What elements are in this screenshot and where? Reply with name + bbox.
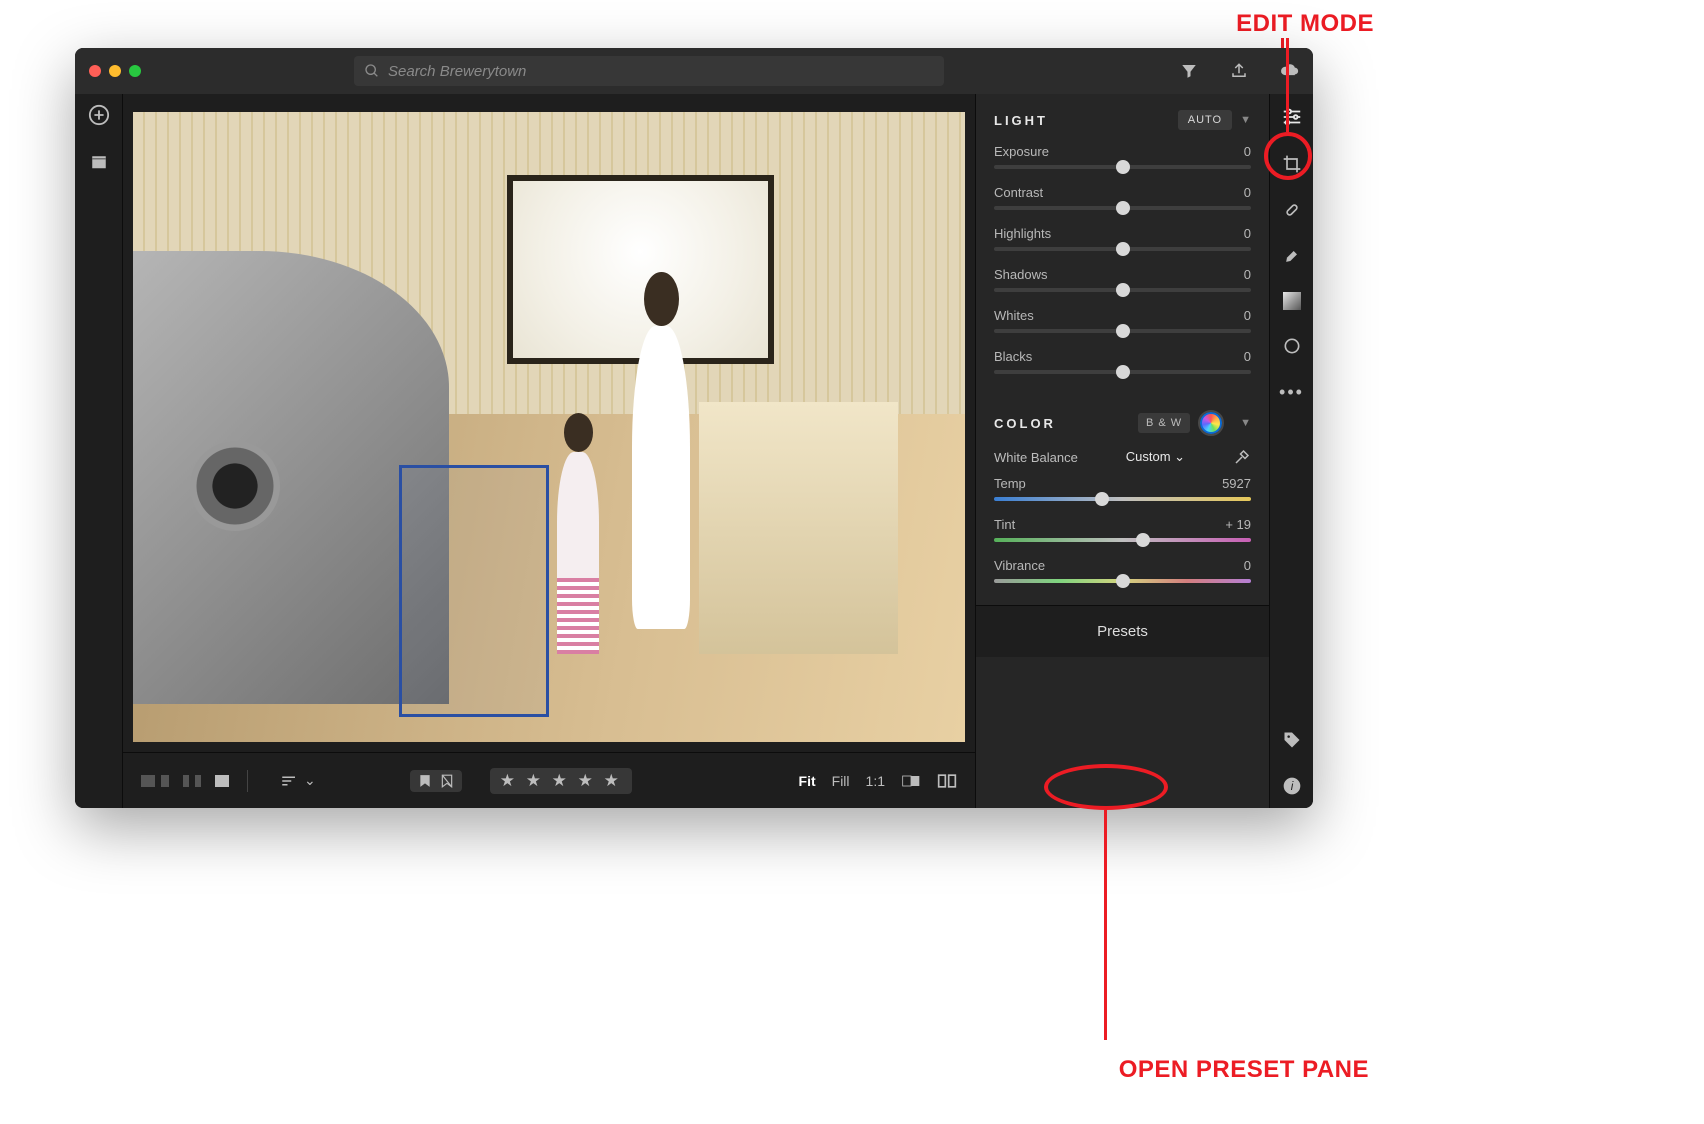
zoom-1to1-button[interactable]: 1:1 — [866, 773, 885, 789]
flag-pick-icon — [418, 774, 432, 788]
edit-sliders-icon[interactable] — [1281, 106, 1303, 128]
light-section: LIGHT AUTO ▼ Exposure0 Contrast0 Highlig… — [976, 94, 1269, 396]
tool-rail: ••• i — [1269, 94, 1313, 808]
app-window: Search Brewerytown — [75, 48, 1313, 808]
chevron-down-icon: ⌄ — [304, 772, 316, 789]
add-photos-button[interactable] — [88, 104, 110, 126]
sort-menu[interactable]: ⌄ — [280, 772, 316, 789]
white-balance-select[interactable]: Custom ⌄ — [1126, 449, 1185, 465]
svg-text:i: i — [1290, 780, 1293, 793]
whites-slider[interactable]: Whites0 — [994, 308, 1251, 333]
search-placeholder: Search Brewerytown — [388, 63, 526, 80]
auto-button[interactable]: AUTO — [1178, 110, 1232, 130]
color-mixer-icon[interactable] — [1200, 412, 1222, 434]
annotation-circle-edit — [1264, 132, 1312, 180]
contrast-slider[interactable]: Contrast0 — [994, 185, 1251, 210]
color-title: COLOR — [994, 416, 1056, 431]
show-original-icon[interactable] — [901, 774, 921, 788]
eyedropper-icon[interactable] — [1233, 448, 1251, 466]
edited-photo — [133, 112, 965, 742]
search-input[interactable]: Search Brewerytown — [354, 56, 944, 86]
window-minimize-button[interactable] — [109, 65, 121, 77]
compare-icon[interactable] — [937, 773, 957, 789]
zoom-fill-button[interactable]: Fill — [832, 773, 850, 789]
temp-slider[interactable]: Temp5927 — [994, 476, 1251, 501]
presets-button[interactable]: Presets — [976, 605, 1269, 657]
titlebar: Search Brewerytown — [75, 48, 1313, 94]
tint-slider[interactable]: Tint+ 19 — [994, 517, 1251, 542]
info-icon[interactable]: i — [1282, 776, 1302, 796]
shadows-slider[interactable]: Shadows0 — [994, 267, 1251, 292]
main-area: ⌄ ★ ★ ★ ★ ★ Fit Fill 1:1 — [123, 94, 975, 808]
color-section: COLOR B & W ▼ White Balance Custom ⌄ Tem — [976, 396, 1269, 605]
color-disclosure-icon[interactable]: ▼ — [1240, 417, 1251, 429]
image-viewport[interactable] — [133, 112, 965, 742]
grid-view-button[interactable] — [141, 775, 169, 787]
flag-reject-icon — [440, 774, 454, 788]
rating-stars[interactable]: ★ ★ ★ ★ ★ — [490, 768, 632, 794]
white-balance-label: White Balance — [994, 450, 1078, 465]
light-title: LIGHT — [994, 113, 1048, 128]
left-rail — [75, 94, 123, 808]
highlights-slider[interactable]: Highlights0 — [994, 226, 1251, 251]
bottom-bar: ⌄ ★ ★ ★ ★ ★ Fit Fill 1:1 — [123, 752, 975, 808]
exposure-slider[interactable]: Exposure0 — [994, 144, 1251, 169]
flag-controls[interactable] — [410, 770, 462, 792]
zoom-fit-button[interactable]: Fit — [799, 773, 816, 789]
bw-button[interactable]: B & W — [1138, 413, 1190, 433]
brush-icon[interactable] — [1282, 246, 1302, 266]
cloud-sync-icon[interactable] — [1279, 61, 1299, 81]
window-zoom-button[interactable] — [129, 65, 141, 77]
linear-gradient-icon[interactable] — [1283, 292, 1301, 310]
search-icon — [364, 63, 380, 79]
filter-icon[interactable] — [1179, 61, 1199, 81]
annotation-line-edit — [1286, 38, 1289, 132]
radial-gradient-icon[interactable] — [1282, 336, 1302, 356]
annotation-line-presets — [1104, 810, 1107, 1040]
light-disclosure-icon[interactable]: ▼ — [1240, 114, 1251, 126]
callout-open-preset: OPEN PRESET PANE — [1119, 1056, 1369, 1084]
window-close-button[interactable] — [89, 65, 101, 77]
more-icon[interactable]: ••• — [1279, 382, 1304, 403]
detail-view-button[interactable] — [215, 775, 229, 787]
my-photos-button[interactable] — [89, 154, 109, 172]
blacks-slider[interactable]: Blacks0 — [994, 349, 1251, 374]
edit-panel: LIGHT AUTO ▼ Exposure0 Contrast0 Highlig… — [975, 94, 1269, 808]
annotation-circle-presets — [1044, 764, 1168, 810]
square-grid-button[interactable] — [183, 775, 201, 787]
keywords-icon[interactable] — [1282, 730, 1302, 750]
share-icon[interactable] — [1229, 61, 1249, 81]
callout-edit-mode: EDIT MODE — [1236, 10, 1374, 38]
healing-icon[interactable] — [1282, 200, 1302, 220]
vibrance-slider[interactable]: Vibrance0 — [994, 558, 1251, 583]
